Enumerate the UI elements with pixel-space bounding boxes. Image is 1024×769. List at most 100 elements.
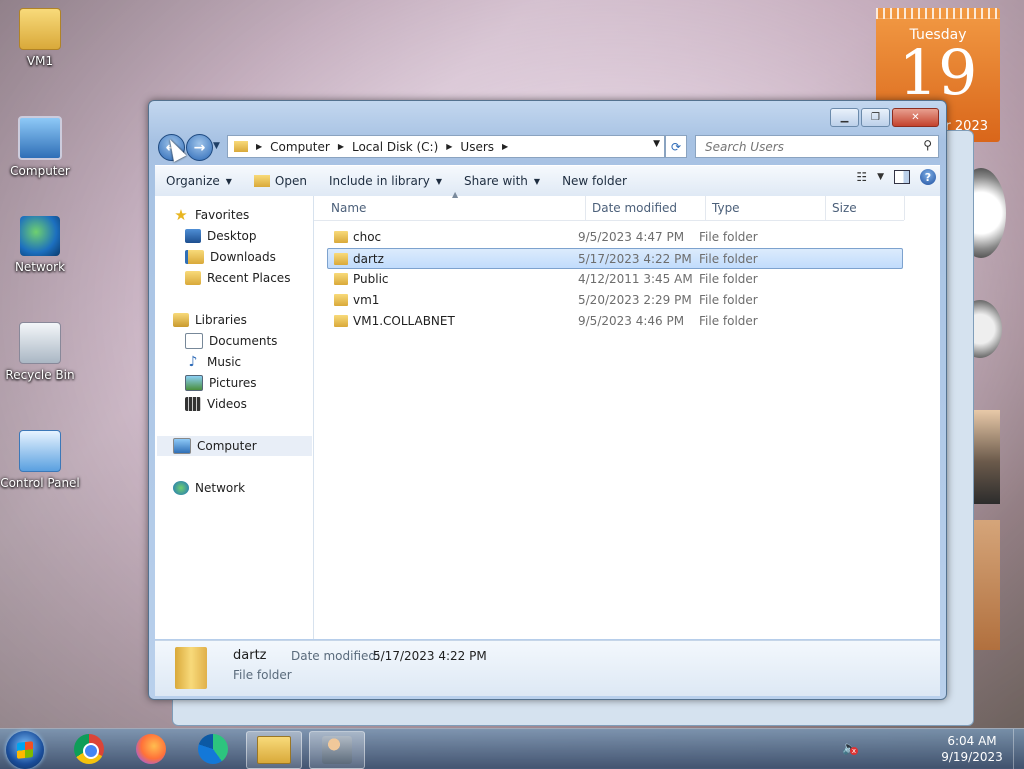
edge-icon (198, 734, 228, 764)
folder-icon (234, 141, 248, 152)
file-row-selected[interactable]: dartz 5/17/2023 4:22 PM File folder (327, 248, 903, 269)
open-button[interactable]: Open (243, 169, 318, 193)
chrome-icon (74, 734, 104, 764)
navigation-bar: ← → ▼ ▶ Computer ▶ Local Disk (C:) ▶ Use… (157, 133, 939, 161)
desktop-icon-vm1[interactable]: VM1 (0, 8, 80, 68)
taskbar-edge[interactable] (186, 731, 240, 767)
nav-favorites[interactable]: ★ Favorites (173, 205, 249, 225)
nav-music[interactable]: ♪ Music (185, 352, 242, 372)
network-icon (173, 481, 189, 495)
navigation-pane[interactable]: ★ Favorites Desktop Downloads Recent Plac… (155, 196, 314, 639)
forward-button[interactable]: → (186, 134, 213, 161)
calendar-rings (876, 8, 1000, 19)
file-list[interactable]: ▲ Name Date modified Type Size choc 9/5/… (314, 190, 940, 639)
toolbar-right: ☷ ▼ ? (856, 169, 936, 185)
address-bar[interactable]: ▶ Computer ▶ Local Disk (C:) ▶ Users ▶ ▼ (227, 135, 665, 158)
minimize-button[interactable]: ▁ (830, 108, 859, 127)
locked-folder-icon (334, 315, 348, 327)
file-type: File folder (699, 230, 758, 244)
search-icon[interactable]: ⚲ (923, 138, 932, 152)
nav-libraries[interactable]: Libraries (173, 310, 247, 330)
desktop-icon-label: VM1 (26, 54, 54, 68)
file-row[interactable]: choc 9/5/2023 4:47 PM File folder (328, 227, 902, 247)
recent-pages-dropdown[interactable]: ▼ (213, 141, 220, 151)
taskbar-users[interactable] (309, 731, 365, 769)
recycle-bin-icon (19, 322, 61, 364)
nav-computer[interactable]: Computer (157, 436, 312, 456)
search-box[interactable]: ⚲ (695, 135, 939, 158)
taskbar: 🔈x 6:04 AM 9/19/2023 (0, 728, 1024, 769)
nav-recent-places[interactable]: Recent Places (185, 268, 290, 288)
start-button[interactable] (6, 731, 44, 769)
explorer-window[interactable]: ▁ ❐ ✕ ← → ▼ ▶ Computer ▶ Local Disk (C:)… (148, 100, 947, 700)
taskbar-explorer[interactable] (246, 731, 302, 769)
desktop-icon-recycle-bin[interactable]: Recycle Bin (0, 322, 80, 382)
videos-icon (185, 397, 201, 411)
maximize-button[interactable]: ❐ (861, 108, 890, 127)
chevron-right-icon[interactable]: ▶ (446, 142, 452, 151)
search-input[interactable] (703, 138, 917, 155)
file-type: File folder (699, 251, 758, 266)
desktop-icon-label: Network (14, 260, 66, 274)
nav-documents[interactable]: Documents (185, 331, 277, 351)
desktop-icon-network[interactable]: Network (0, 216, 80, 274)
nav-network[interactable]: Network (173, 478, 245, 498)
file-type: File folder (699, 314, 758, 328)
desktop-icon-label: Computer (10, 164, 70, 178)
desktop-icon-label: Control Panel (0, 476, 80, 490)
show-desktop-button[interactable] (1013, 729, 1024, 769)
clock-time: 6:04 AM (947, 734, 997, 748)
desktop-icon (185, 229, 201, 243)
organize-menu[interactable]: Organize ▼ (155, 169, 243, 193)
details-name: dartz (233, 648, 267, 663)
arrow-right-icon: → (193, 139, 206, 156)
music-icon: ♪ (188, 354, 198, 370)
file-row[interactable]: Public 4/12/2011 3:45 AM File folder (328, 269, 902, 289)
column-date-modified[interactable]: Date modified (585, 196, 706, 220)
column-name[interactable]: Name (324, 196, 586, 220)
help-icon[interactable]: ? (920, 169, 936, 185)
preview-pane-icon[interactable] (894, 170, 910, 184)
desktop-icon-control-panel[interactable]: Control Panel (0, 430, 80, 490)
change-view-icon[interactable]: ☷ (856, 170, 867, 184)
new-folder-button[interactable]: New folder (551, 169, 638, 193)
chevron-right-icon[interactable]: ▶ (502, 142, 508, 151)
caret-down-icon: ▼ (533, 176, 541, 186)
nav-videos[interactable]: Videos (185, 394, 247, 414)
taskbar-firefox[interactable] (124, 731, 178, 767)
user-folder-icon (19, 8, 61, 50)
nav-pictures[interactable]: Pictures (185, 373, 257, 393)
file-name: Public (353, 272, 389, 286)
system-clock[interactable]: 6:04 AM 9/19/2023 (928, 733, 1016, 765)
chevron-right-icon[interactable]: ▶ (338, 142, 344, 151)
column-size[interactable]: Size (825, 196, 905, 220)
view-dropdown-icon[interactable]: ▼ (877, 172, 884, 182)
share-with-menu[interactable]: Share with ▼ (453, 169, 551, 193)
desktop-icon-computer[interactable]: Computer (0, 116, 80, 178)
content-area: ★ Favorites Desktop Downloads Recent Plac… (155, 190, 940, 639)
firefox-icon (136, 734, 166, 764)
caret-down-icon: ▼ (225, 176, 232, 186)
volume-muted-icon[interactable]: 🔈x (842, 741, 858, 757)
breadcrumb-local-disk[interactable]: Local Disk (C:) (352, 140, 438, 154)
chevron-right-icon[interactable]: ▶ (256, 142, 262, 151)
desktop-icon-label: Recycle Bin (5, 368, 75, 382)
include-in-library-menu[interactable]: Include in library ▼ (318, 169, 453, 193)
column-type[interactable]: Type (705, 196, 826, 220)
libraries-icon (173, 313, 189, 327)
nav-downloads[interactable]: Downloads (185, 247, 276, 267)
details-pane: dartz File folder Date modified: 5/17/20… (155, 640, 940, 696)
nav-desktop[interactable]: Desktop (185, 226, 257, 246)
address-dropdown-icon[interactable]: ▼ (653, 139, 660, 149)
file-row[interactable]: VM1.COLLABNET 9/5/2023 4:46 PM File fold… (328, 311, 902, 331)
refresh-button[interactable]: ⟳ (665, 135, 687, 158)
open-folder-icon (253, 175, 270, 187)
taskbar-chrome[interactable] (62, 731, 116, 767)
refresh-icon: ⟳ (670, 139, 682, 154)
breadcrumb-computer[interactable]: Computer (270, 140, 330, 154)
breadcrumb-users[interactable]: Users (460, 140, 494, 154)
file-row[interactable]: vm1 5/20/2023 2:29 PM File folder (328, 290, 902, 310)
folder-icon (334, 252, 348, 265)
close-button[interactable]: ✕ (892, 108, 939, 127)
control-panel-icon (19, 430, 61, 472)
